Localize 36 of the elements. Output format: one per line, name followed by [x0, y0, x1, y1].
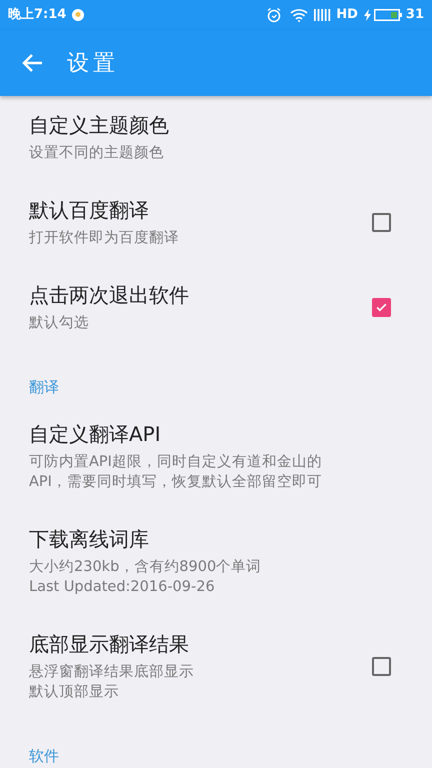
alarm-icon [266, 7, 282, 23]
settings-item[interactable]: 下载离线词库 大小约230kb，含有约8900个单词 Last Updated:2016-09-26 [0, 510, 432, 615]
toolbar-title: 设置 [67, 50, 119, 78]
signal-icon [314, 9, 332, 21]
settings-item[interactable]: 默认百度翻译 打开软件即为百度翻译 [0, 181, 432, 266]
item-title: 自定义主题颜色 [29, 112, 170, 139]
item-title: 下载离线词库 [29, 526, 150, 553]
charging-icon [364, 9, 371, 21]
settings-item[interactable]: 自定义主题颜色 设置不同的主题颜色 [0, 96, 432, 181]
item-title: 底部显示翻译结果 [29, 631, 190, 658]
bulb-icon [72, 9, 84, 21]
item-summary: 悬浮窗翻译结果底部显示 [29, 662, 195, 682]
status-time: 晚上7:14 [8, 6, 66, 24]
item-summary: 设置不同的主题颜色 [29, 144, 165, 163]
checkbox[interactable] [372, 212, 391, 232]
battery-level: 31 [406, 6, 424, 24]
check-icon [375, 300, 388, 314]
item-title: 默认百度翻译 [29, 197, 150, 224]
item-summary: 默认顶部显示 [29, 682, 120, 702]
item-title: 点击两次退出软件 [29, 282, 190, 309]
settings-item[interactable]: 底部显示翻译结果 悬浮窗翻译结果底部显示 默认顶部显示 [0, 615, 432, 720]
item-summary: 默认勾选 [29, 314, 90, 333]
item-summary: Last Updated:2016-09-26 [29, 578, 216, 597]
item-summary: 可防内置API超限，同时自定义有道和金山的API，需要同时填写，恢复默认全部留空即可 [29, 452, 323, 492]
item-summary: 大小约230kb，含有约8900个单词 [29, 558, 262, 577]
section-header: 软件 [29, 747, 59, 765]
item-summary: 打开软件即为百度翻译 [29, 228, 180, 248]
checkbox[interactable] [372, 298, 391, 316]
battery-icon [374, 9, 402, 21]
settings-item[interactable]: 自定义翻译API 可防内置API超限，同时自定义有道和金山的API，需要同时填写，恢复默认全部留空即可 [0, 405, 432, 510]
item-title: 自定义翻译API [29, 421, 162, 448]
network-type: HD [336, 6, 358, 24]
settings-item[interactable]: 点击两次退出软件 默认勾选 [0, 266, 432, 351]
checkbox[interactable] [372, 656, 391, 676]
wifi-icon [290, 8, 308, 22]
section-header: 翻译 [29, 378, 59, 396]
